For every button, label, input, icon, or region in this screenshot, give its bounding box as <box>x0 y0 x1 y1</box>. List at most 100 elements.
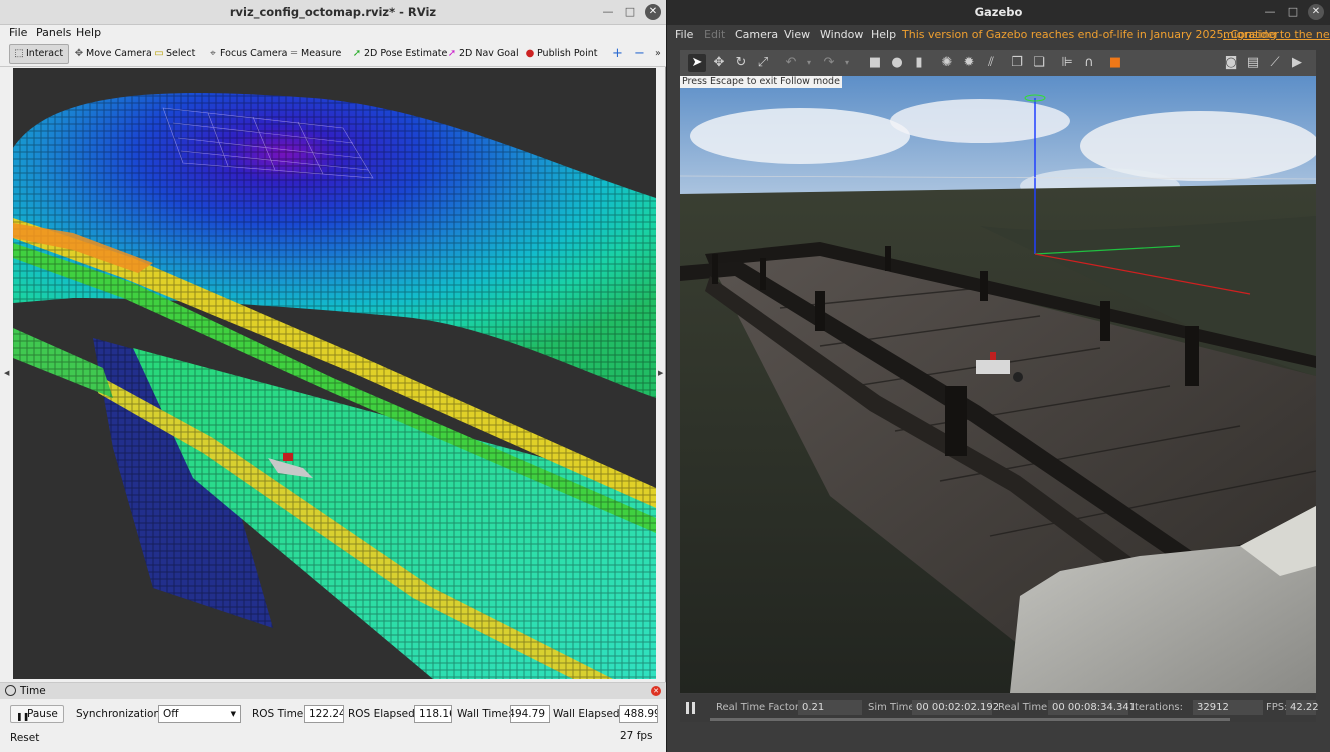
tool-select[interactable]: ▭ Select <box>150 44 195 64</box>
paste-icon[interactable]: ❏ <box>1030 54 1048 72</box>
box-shape-icon[interactable]: ■ <box>866 54 884 72</box>
pause-label: Pause <box>27 708 58 720</box>
spot-light-icon[interactable]: ✹ <box>960 54 978 72</box>
select-mode-icon[interactable]: ➤ <box>688 54 706 72</box>
rviz-window-title: rviz_config_octomap.rviz* - RViz <box>229 5 437 19</box>
reset-button[interactable]: Reset <box>4 729 46 747</box>
tool-interact[interactable]: ⬚ Interact <box>9 44 69 64</box>
real-time-label: Real Time: <box>998 702 1051 713</box>
snap-icon[interactable]: ∩ <box>1080 54 1098 72</box>
redo-history-icon[interactable]: ▾ <box>838 54 856 72</box>
record-video-icon[interactable]: ▶ <box>1288 54 1306 72</box>
minimize-icon[interactable]: — <box>600 4 616 20</box>
wall-time-label: Wall Time: <box>457 708 512 720</box>
time-panel-header: Time ✕ <box>0 683 666 699</box>
pause-simulation-icon[interactable] <box>686 702 696 714</box>
pause-icon: ❚❚ <box>16 712 30 721</box>
point-light-icon[interactable]: ✺ <box>938 54 956 72</box>
redo-icon[interactable]: ↷ <box>820 54 838 72</box>
minimize-icon[interactable]: — <box>1262 4 1278 20</box>
add-tool-icon[interactable]: + <box>608 44 623 64</box>
iterations-label: Iterations: <box>1132 702 1183 713</box>
log-icon[interactable]: ▤ <box>1244 54 1262 72</box>
gazebo-menubar: File Edit Camera View Window Help This v… <box>667 25 1330 45</box>
rotate-mode-icon[interactable]: ↻ <box>732 54 750 72</box>
move-camera-icon: ✥ <box>74 48 84 59</box>
undo-history-icon[interactable]: ▾ <box>800 54 818 72</box>
pause-button[interactable]: ❚❚ Pause <box>10 705 64 723</box>
menu-help[interactable]: Help <box>76 26 101 39</box>
maximize-icon[interactable]: □ <box>622 4 638 20</box>
select-icon: ▭ <box>154 48 164 59</box>
sim-time-label: Sim Time: <box>868 702 918 713</box>
time-panel: Time ✕ ❚❚ Pause Synchronization: Off ▼ RO… <box>0 682 666 752</box>
wall-elapsed-field[interactable]: 488.99 <box>619 705 658 723</box>
pose-estimate-icon: ➚ <box>352 48 362 59</box>
gazebo-status-bar: Real Time Factor: 0.21 Sim Time: 00 00:0… <box>680 694 1319 722</box>
undo-icon[interactable]: ↶ <box>782 54 800 72</box>
scale-mode-icon[interactable]: ⤢ <box>754 54 772 72</box>
tool-label: Interact <box>26 48 64 59</box>
publish-point-icon: ● <box>525 48 535 59</box>
sync-dropdown[interactable]: Off ▼ <box>158 705 241 723</box>
cylinder-shape-icon[interactable]: ▮ <box>910 54 928 72</box>
menu-panels[interactable]: Panels <box>36 26 71 39</box>
horizontal-scrollbar[interactable] <box>710 718 1230 721</box>
interact-icon: ⬚ <box>14 48 24 59</box>
eol-migration-link[interactable]: migrating to the new G <box>1223 28 1330 41</box>
tool-2d-pose-estimate[interactable]: ➚ 2D Pose Estimate <box>348 44 448 64</box>
plot-icon[interactable]: ⟋ <box>1266 54 1284 72</box>
tool-label: Move Camera <box>86 48 152 59</box>
close-icon[interactable]: ✕ <box>1308 4 1324 20</box>
align-icon[interactable]: ⊫ <box>1058 54 1076 72</box>
real-time-value: 00 00:08:34.341 <box>1048 700 1135 715</box>
left-dock-grip-icon[interactable]: ◀ <box>4 369 9 377</box>
gz-menu-window[interactable]: Window <box>820 28 863 41</box>
gz-menu-help[interactable]: Help <box>871 28 896 41</box>
change-view-icon[interactable]: ■ <box>1106 54 1124 72</box>
copy-icon[interactable]: ❐ <box>1008 54 1026 72</box>
menu-file[interactable]: File <box>9 26 27 39</box>
rviz-titlebar: rviz_config_octomap.rviz* - RViz — □ ✕ <box>0 0 666 25</box>
tool-2d-nav-goal[interactable]: ➚ 2D Nav Goal <box>443 44 519 64</box>
time-panel-title: Time <box>20 685 46 697</box>
tool-label: 2D Pose Estimate <box>364 48 448 59</box>
close-icon[interactable]: ✕ <box>645 4 661 20</box>
tool-label: Select <box>166 48 196 59</box>
ros-elapsed-label: ROS Elapsed: <box>348 708 419 720</box>
directional-light-icon[interactable]: ⫽ <box>982 54 1000 72</box>
rviz-3d-viewport[interactable] <box>13 68 656 679</box>
translate-mode-icon[interactable]: ✥ <box>710 54 728 72</box>
gazebo-render <box>680 76 1316 693</box>
follow-mode-hint: Press Escape to exit Follow mode <box>680 76 842 88</box>
wall-elapsed-label: Wall Elapsed: <box>553 708 624 720</box>
maximize-icon[interactable]: □ <box>1285 4 1301 20</box>
tool-publish-point[interactable]: ● Publish Point <box>521 44 598 64</box>
wall-time-field[interactable]: 5494.79 <box>510 705 550 723</box>
gz-menu-view[interactable]: View <box>784 28 810 41</box>
tool-move-camera[interactable]: ✥ Move Camera <box>70 44 152 64</box>
fps-readout: 27 fps <box>620 730 653 742</box>
more-tools-icon[interactable]: » <box>651 44 661 64</box>
tool-focus-camera[interactable]: ⌖ Focus Camera <box>204 44 287 64</box>
iterations-value: 32912 <box>1193 700 1263 715</box>
rviz-toolbar: ⬚ Interact ✥ Move Camera ▭ Select ⌖ Focus Ca… <box>0 41 666 67</box>
gazebo-window: Gazebo — □ ✕ File Edit Camera View Windo… <box>667 0 1330 752</box>
gz-menu-file[interactable]: File <box>675 28 693 41</box>
ros-elapsed-field[interactable]: 118.16 <box>414 705 452 723</box>
tool-label: Publish Point <box>537 48 598 59</box>
gz-menu-camera[interactable]: Camera <box>735 28 778 41</box>
clock-icon <box>5 685 16 696</box>
tool-label: 2D Nav Goal <box>459 48 519 59</box>
remove-tool-icon[interactable]: − <box>630 44 645 64</box>
sync-value: Off <box>163 708 179 720</box>
rviz-window: rviz_config_octomap.rviz* - RViz — □ ✕ F… <box>0 0 666 752</box>
ros-time-field[interactable]: 122.24 <box>304 705 344 723</box>
tool-measure[interactable]: ═ Measure <box>285 44 341 64</box>
gazebo-3d-scene[interactable]: Press Escape to exit Follow mode <box>680 76 1316 693</box>
close-panel-icon[interactable]: ✕ <box>651 686 661 696</box>
gazebo-window-title: Gazebo <box>974 5 1023 19</box>
right-dock-grip-icon[interactable]: ▶ <box>658 369 663 377</box>
screenshot-icon[interactable]: ◙ <box>1222 54 1240 72</box>
sphere-shape-icon[interactable]: ● <box>888 54 906 72</box>
